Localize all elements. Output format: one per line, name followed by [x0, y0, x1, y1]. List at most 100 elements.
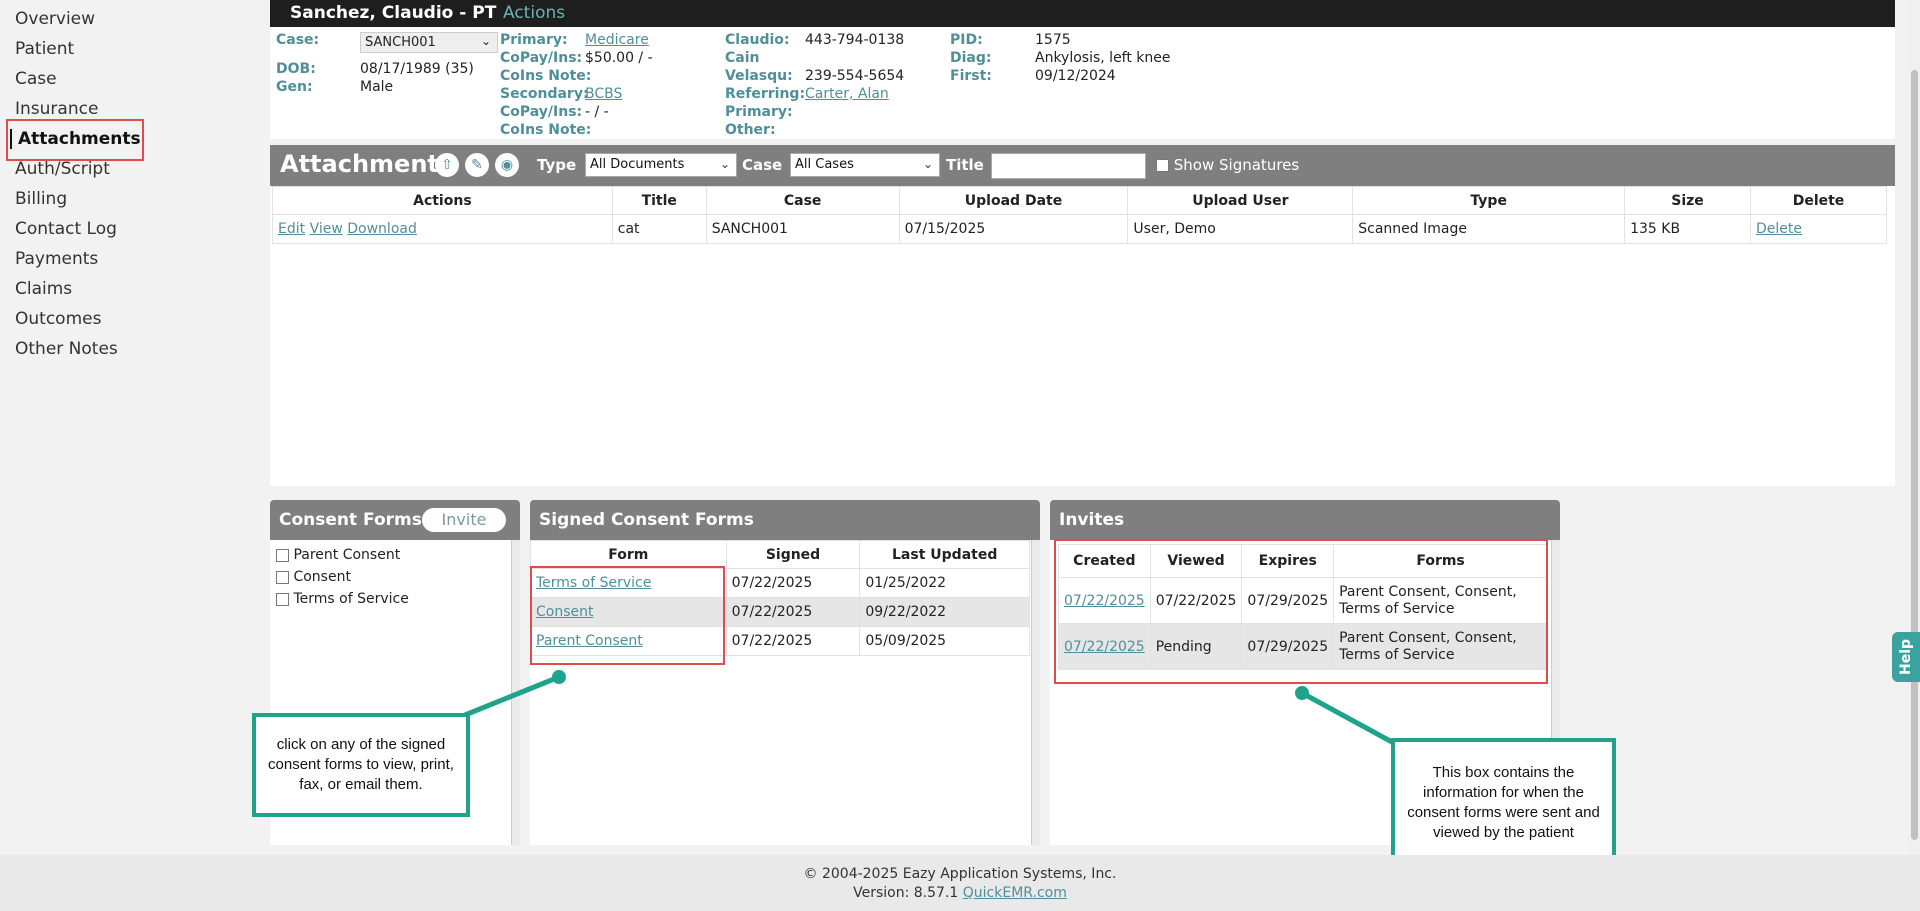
- copay1-label: CoPay/Ins:: [500, 50, 583, 66]
- consent-option-consent[interactable]: Consent: [276, 569, 351, 585]
- primary-ins-link[interactable]: Medicare: [585, 32, 649, 48]
- invite-created-link[interactable]: 07/22/2025: [1064, 639, 1145, 655]
- page-scrollbar-thumb[interactable]: [1911, 70, 1918, 840]
- consent-option-label: Parent Consent: [293, 547, 401, 563]
- invite-viewed: 07/22/2025: [1149, 577, 1243, 624]
- referring-link[interactable]: Carter, Alan: [805, 86, 889, 102]
- case-select-value: SANCH001: [365, 35, 436, 50]
- patient-name: Sanchez, Claudio - PT: [290, 3, 497, 23]
- consent-option-terms-of-service[interactable]: Terms of Service: [276, 591, 409, 607]
- show-signatures-checkbox[interactable]: [1156, 159, 1169, 172]
- signed-consent-table: Form Signed Last Updated Terms of Servic…: [530, 540, 1030, 656]
- footer: © 2004-2025 Eazy Application Systems, In…: [0, 855, 1920, 911]
- camera-icon[interactable]: ◉: [495, 153, 519, 177]
- invites-title: Invites: [1059, 510, 1125, 530]
- col-viewed: Viewed: [1149, 544, 1243, 578]
- terms-of-service-checkbox[interactable]: [276, 592, 289, 606]
- title-filter-input[interactable]: [991, 153, 1146, 179]
- gender-value: Male: [360, 79, 394, 95]
- consent-option-parent-consent[interactable]: Parent Consent: [276, 547, 400, 563]
- sidebar-item-claims[interactable]: Claims: [15, 279, 72, 299]
- show-signatures-toggle[interactable]: Show Signatures: [1156, 156, 1299, 174]
- sidebar-item-overview[interactable]: Overview: [15, 9, 95, 29]
- page-scrollbar[interactable]: [1908, 0, 1920, 855]
- consent-option-label: Terms of Service: [293, 591, 409, 607]
- type-filter-value: All Documents: [590, 157, 685, 172]
- invite-viewed: Pending: [1149, 623, 1243, 670]
- referring-label: Referring:: [725, 86, 806, 102]
- first-visit-value: 09/12/2024: [1035, 68, 1116, 84]
- col-last-updated: Last Updated: [859, 540, 1030, 569]
- invites-table: Created Viewed Expires Forms 07/22/2025 …: [1058, 544, 1548, 670]
- consent-option-label: Consent: [293, 569, 351, 585]
- row-type: Scanned Image: [1352, 214, 1626, 244]
- sidebar-item-outcomes[interactable]: Outcomes: [15, 309, 101, 329]
- sidebar-item-auth-script[interactable]: Auth/Script: [15, 159, 110, 179]
- attachments-table: Actions Title Case Upload Date Upload Us…: [272, 186, 1887, 244]
- delete-link[interactable]: Delete: [1756, 221, 1802, 237]
- download-link[interactable]: Download: [347, 221, 417, 237]
- col-created: Created: [1058, 544, 1151, 578]
- sidebar-item-other-notes[interactable]: Other Notes: [15, 339, 118, 359]
- signed-form-link[interactable]: Parent Consent: [536, 633, 643, 649]
- quickemr-link[interactable]: QuickEMR.com: [963, 885, 1067, 901]
- scan-icon[interactable]: ✎: [465, 153, 489, 177]
- edit-link[interactable]: Edit: [278, 221, 305, 237]
- signed-date: 07/22/2025: [725, 597, 861, 627]
- row-upload-date: 07/15/2025: [898, 214, 1129, 244]
- footer-version: Version: 8.57.1 QuickEMR.com: [0, 884, 1920, 903]
- sidebar-item-case[interactable]: Case: [15, 69, 57, 89]
- sidebar-item-insurance[interactable]: Insurance: [15, 99, 98, 119]
- col-size: Size: [1624, 186, 1752, 215]
- invite-created-link[interactable]: 07/22/2025: [1064, 593, 1145, 609]
- consent-checkbox[interactable]: [276, 570, 289, 584]
- signed-form-link[interactable]: Consent: [536, 604, 593, 620]
- type-filter-select[interactable]: All Documents ⌄: [585, 153, 737, 177]
- chevron-down-icon: ⌄: [480, 34, 491, 48]
- invites-header: Invites: [1050, 500, 1560, 540]
- primary-ins-label: Primary:: [500, 32, 568, 48]
- contact-cain-label: Cain: [725, 50, 760, 66]
- table-row: 07/22/2025 07/22/2025 07/29/2025 Parent …: [1058, 577, 1548, 624]
- help-tab[interactable]: Help: [1892, 632, 1920, 682]
- signed-consent-scrollbar[interactable]: [1031, 540, 1040, 845]
- col-form: Form: [530, 540, 727, 569]
- attachments-title: Attachments: [280, 150, 454, 178]
- col-forms: Forms: [1333, 544, 1548, 578]
- table-row: Parent Consent 07/22/2025 05/09/2025: [530, 626, 1030, 656]
- footer-version-text: Version: 8.57.1: [853, 885, 959, 901]
- secondary-ins-link[interactable]: BCBS: [585, 86, 622, 102]
- sidebar-item-payments[interactable]: Payments: [15, 249, 98, 269]
- contact-velasqu-phone: 239-554-5654: [805, 68, 905, 84]
- actions-menu-link[interactable]: Actions: [503, 3, 565, 23]
- updated-date: 01/25/2022: [859, 568, 1030, 598]
- sidebar-nav: Overview Patient Case Insurance Attachme…: [0, 0, 268, 855]
- parent-consent-checkbox[interactable]: [276, 548, 289, 562]
- invite-button[interactable]: Invite: [422, 508, 506, 532]
- sidebar-item-attachments[interactable]: Attachments: [10, 129, 141, 149]
- sidebar-item-billing[interactable]: Billing: [15, 189, 67, 209]
- pid-value: 1575: [1035, 32, 1071, 48]
- copay2-label: CoPay/Ins:: [500, 104, 583, 120]
- row-title: cat: [611, 214, 707, 244]
- table-row: Terms of Service 07/22/2025 01/25/2022: [530, 568, 1030, 598]
- updated-date: 09/22/2022: [859, 597, 1030, 627]
- sidebar-item-contact-log[interactable]: Contact Log: [15, 219, 117, 239]
- case-filter-select[interactable]: All Cases ⌄: [790, 153, 940, 177]
- case-select[interactable]: SANCH001 ⌄: [360, 32, 498, 53]
- contact-claudio-label: Claudio:: [725, 32, 790, 48]
- table-row: 07/22/2025 Pending 07/29/2025 Parent Con…: [1058, 623, 1548, 670]
- sidebar-item-patient[interactable]: Patient: [15, 39, 74, 59]
- consent-forms-scrollbar[interactable]: [511, 540, 520, 845]
- chevron-down-icon: ⌄: [719, 157, 730, 171]
- signed-form-link[interactable]: Terms of Service: [536, 575, 651, 591]
- show-signatures-label: Show Signatures: [1173, 156, 1300, 174]
- callout-signed-forms: click on any of the signed consent forms…: [252, 713, 470, 817]
- signed-consent-title: Signed Consent Forms: [539, 510, 754, 530]
- upload-icon[interactable]: ⇧: [435, 153, 459, 177]
- left-callout-dot: [552, 670, 566, 684]
- view-link[interactable]: View: [310, 221, 343, 237]
- table-row: Edit View Download cat SANCH001 07/15/20…: [272, 214, 1887, 244]
- signed-consent-header: Signed Consent Forms: [530, 500, 1040, 540]
- col-upload-date: Upload Date: [898, 186, 1129, 215]
